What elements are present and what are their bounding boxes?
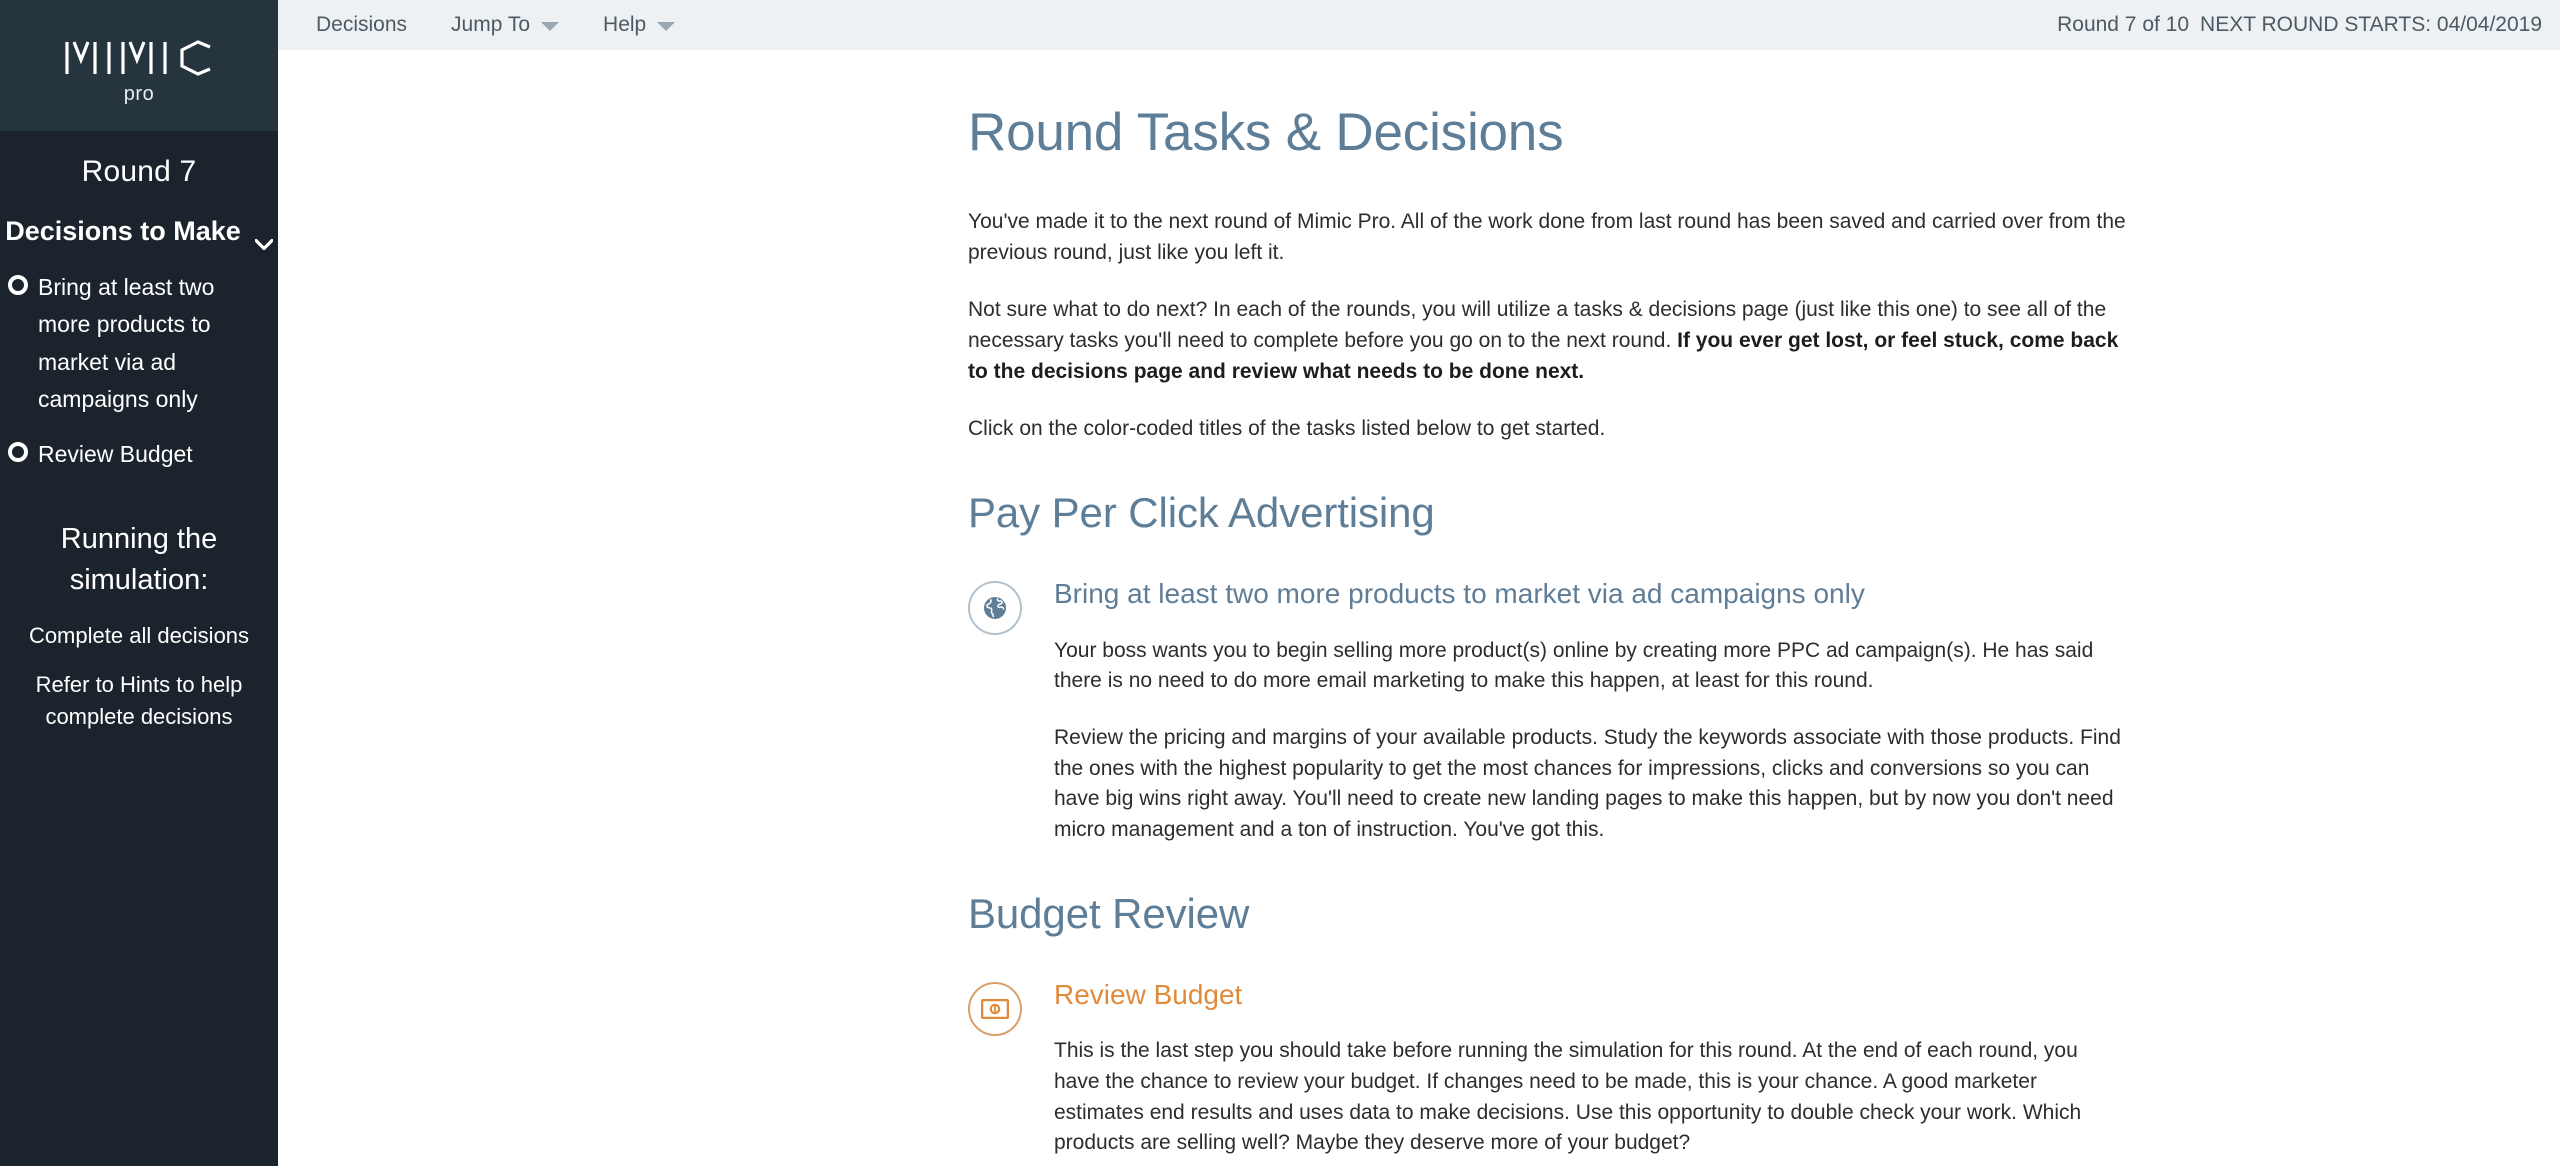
nav-item-label: Jump To — [451, 13, 531, 36]
nav-item-jump-to[interactable]: Jump To — [429, 0, 581, 50]
intro-paragraph-1: You've made it to the next round of Mimi… — [968, 210, 2126, 264]
task-title-review-budget[interactable]: Review Budget — [1054, 979, 1242, 1011]
main-nav: Decisions Jump To Help — [294, 0, 697, 50]
task-paragraph: Your boss wants you to begin selling mor… — [1054, 638, 2094, 693]
intro-paragraph-2: Not sure what to do next? In each of the… — [968, 295, 2128, 387]
decisions-to-make-label: Decisions to Make — [5, 216, 241, 246]
decisions-to-make-toggle[interactable]: Decisions to Make — [0, 216, 278, 251]
task-paragraph: Review the pricing and margins of your a… — [1054, 726, 2121, 842]
intro-paragraph-3: Click on the color-coded titles of the t… — [968, 417, 1606, 441]
money-bill-icon[interactable] — [968, 981, 1022, 1036]
decision-item[interactable]: Review Budget — [6, 436, 270, 473]
circle-outline-icon — [8, 275, 28, 295]
section-title-ppc: Pay Per Click Advertising — [968, 488, 1435, 536]
mimic-logo-icon — [64, 32, 214, 76]
sidebar-round-title: Round 7 — [81, 155, 197, 188]
running-simulation-title: Running the simulation: — [60, 523, 218, 597]
running-simulation-steps: Complete all decisions Refer to Hints to… — [0, 620, 278, 752]
task-title-ppc[interactable]: Bring at least two more products to mark… — [1054, 578, 1865, 610]
caret-down-icon — [657, 22, 676, 31]
decision-item[interactable]: Bring at least two more products to mark… — [6, 269, 270, 418]
main-area: Decisions Jump To Help Round 7 of 10 NEXT… — [278, 0, 2560, 1166]
logo-subtitle: pro — [123, 82, 155, 105]
chevron-down-icon — [254, 226, 274, 251]
section-title-budget-review: Budget Review — [968, 889, 1250, 937]
task-budget-review: Review Budget This is the last step you … — [968, 979, 2128, 1159]
running-step: Refer to Hints to help complete decision… — [35, 672, 243, 730]
page-content: Round Tasks & Decisions You've made it t… — [278, 50, 2560, 1159]
nav-item-decisions[interactable]: Decisions — [294, 0, 429, 50]
nav-item-label: Decisions — [316, 13, 408, 36]
nav-item-help[interactable]: Help — [581, 0, 697, 50]
nav-item-label: Help — [603, 13, 647, 36]
running-step: Complete all decisions — [28, 622, 250, 648]
task-paragraph: This is the last step you should take be… — [1054, 1039, 2082, 1155]
page-title: Round Tasks & Decisions — [968, 103, 1564, 162]
round-counter: Round 7 of 10 — [2057, 13, 2190, 36]
top-navigation-bar: Decisions Jump To Help Round 7 of 10 NEXT… — [278, 0, 2560, 50]
decision-list: Bring at least two more products to mark… — [0, 269, 278, 491]
brand-logo[interactable]: pro — [0, 0, 278, 131]
task-ppc: Bring at least two more products to mark… — [968, 578, 2128, 846]
round-status: Round 7 of 10 NEXT ROUND STARTS: 04/04/20… — [2057, 0, 2542, 50]
decision-item-label: Bring at least two more products to mark… — [38, 274, 215, 412]
app-root: pro Round 7 Decisions to Make Bring at l… — [0, 0, 2560, 1166]
caret-down-icon — [541, 22, 560, 31]
sidebar: pro Round 7 Decisions to Make Bring at l… — [0, 0, 278, 1166]
decision-item-label: Review Budget — [38, 441, 193, 467]
globe-icon[interactable] — [968, 580, 1022, 635]
circle-outline-icon — [8, 442, 28, 462]
next-round-date: NEXT ROUND STARTS: 04/04/2019 — [2200, 13, 2542, 36]
